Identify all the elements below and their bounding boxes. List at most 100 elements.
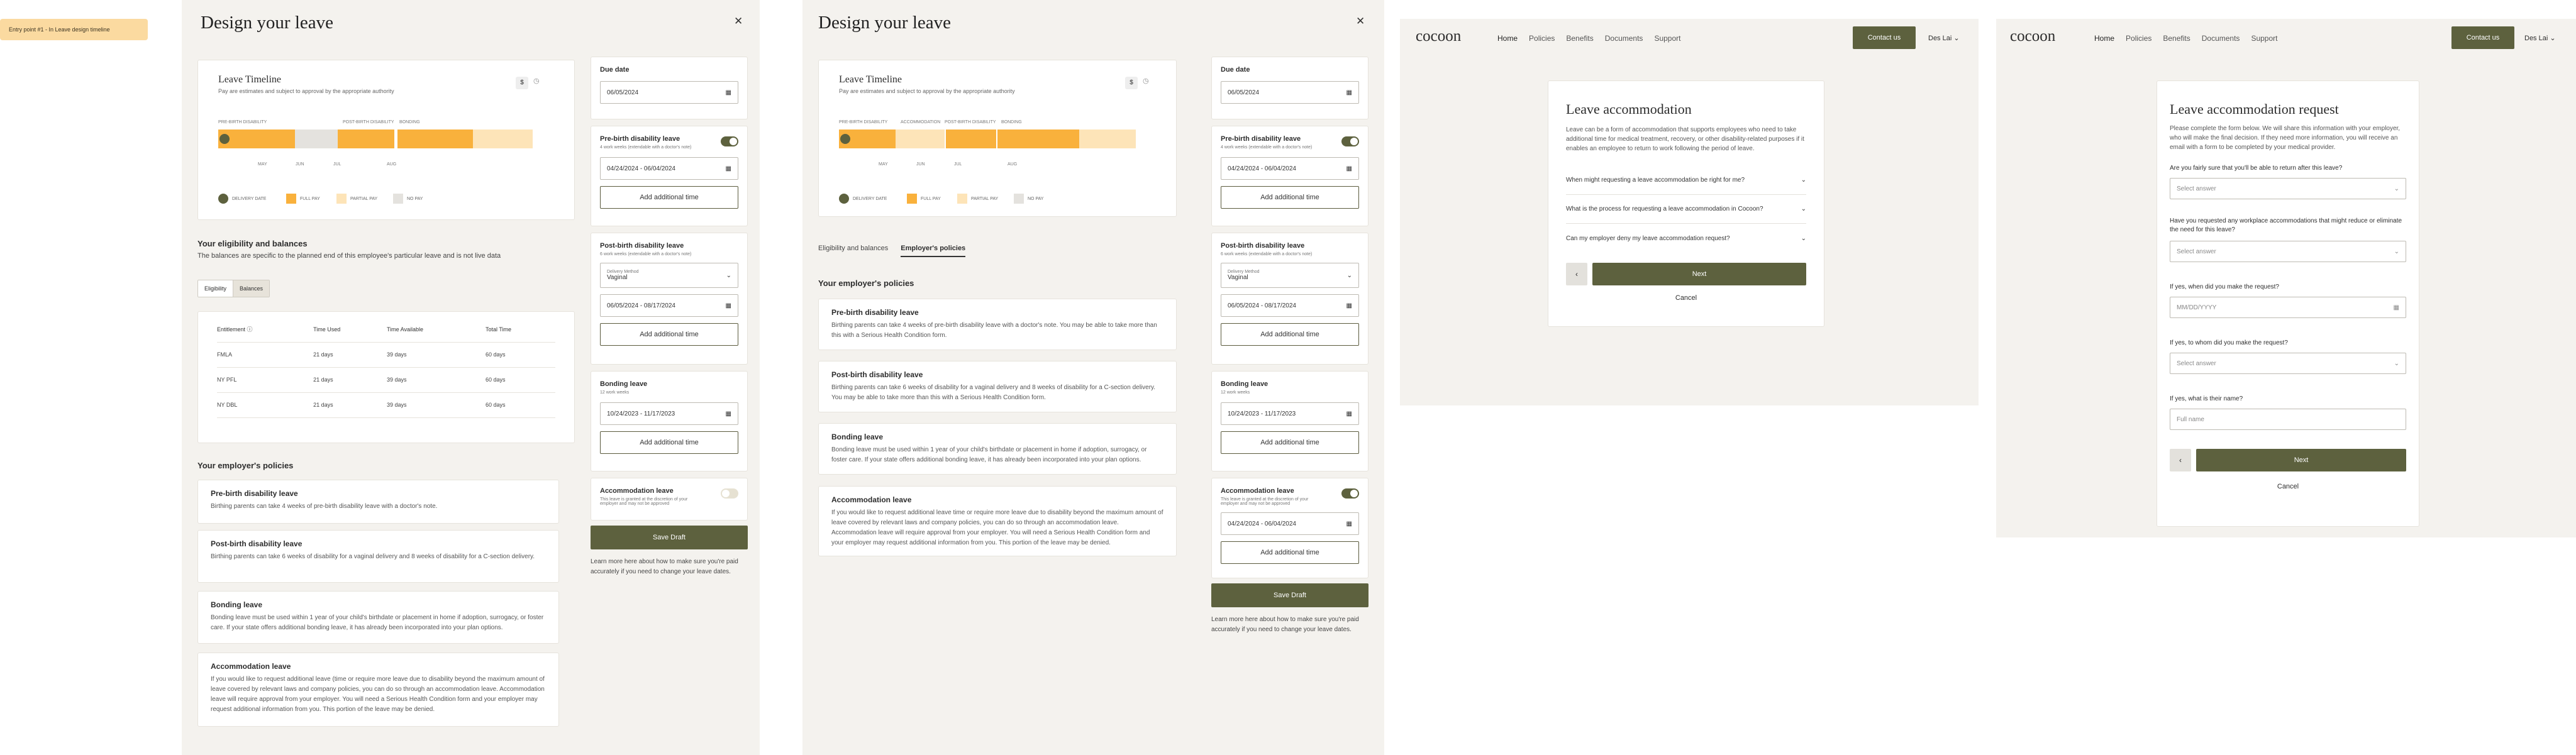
accommodation-range-input[interactable]: 04/24/2024 - 06/04/2024 ▦ (1221, 512, 1359, 535)
delivery-method-select[interactable]: Delivery Method Vaginal ⌄ (1221, 263, 1359, 288)
tab-eligibility-balances[interactable]: Eligibility and balances (818, 241, 888, 257)
question-5: If yes, what is their name? (2170, 395, 2243, 402)
faq-item[interactable]: Can my employer deny my leave accommodat… (1566, 224, 1806, 253)
save-draft-button[interactable]: Save Draft (591, 526, 748, 549)
nav-documents[interactable]: Documents (2202, 34, 2240, 43)
nav-support[interactable]: Support (1654, 34, 1680, 43)
table-row: FMLA 21 days 39 days 60 days (217, 342, 555, 368)
nav-documents[interactable]: Documents (1605, 34, 1643, 43)
chevron-down-icon: ⌄ (1346, 272, 1352, 279)
add-time-button[interactable]: Add additional time (1221, 186, 1359, 209)
close-icon[interactable]: ✕ (734, 15, 743, 28)
faq-item[interactable]: What is the process for requesting a lea… (1566, 195, 1806, 224)
nav-benefits[interactable]: Benefits (1566, 34, 1593, 43)
currency-button[interactable]: $ (1125, 77, 1138, 89)
bonding-range-input[interactable]: 10/24/2023 - 11/17/2023 ▦ (600, 402, 738, 425)
accommodation-toggle[interactable] (721, 488, 738, 499)
chevron-down-icon: ⌄ (2550, 35, 2556, 42)
back-button[interactable]: ‹ (1566, 263, 1587, 285)
tick-jun: JUN (916, 162, 925, 167)
side-column: Due date 06/05/2024 ▦ Pre-birth disabilit… (591, 57, 748, 577)
delivery-marker-icon (219, 134, 230, 144)
user-menu[interactable]: Des Lai ⌄ (2524, 34, 2556, 42)
logo[interactable]: cocoon (1416, 28, 1461, 45)
add-time-button[interactable]: Add additional time (1221, 541, 1359, 564)
tab-employer-policies[interactable]: Employer's policies (901, 241, 966, 257)
nav-home[interactable]: Home (1497, 34, 1518, 43)
timeline-subtitle: Pay are estimates and subject to approva… (218, 88, 394, 94)
legend-delivery: DELIVERY DATE (839, 194, 887, 204)
col-total-time: Total Time (485, 317, 555, 343)
tab-eligibility[interactable]: Eligibility (198, 280, 233, 297)
contact-us-button[interactable]: Contact us (1853, 26, 1916, 49)
bonding-range-input[interactable]: 10/24/2023 - 11/17/2023 ▦ (1221, 402, 1359, 425)
add-time-button[interactable]: Add additional time (600, 431, 738, 454)
q1-select[interactable]: Select answer ⌄ (2170, 178, 2406, 199)
currency-button[interactable]: $ (516, 77, 528, 89)
pre-birth-toggle[interactable] (1341, 136, 1359, 146)
nav-policies[interactable]: Policies (1529, 34, 1555, 43)
accommodation-toggle[interactable] (1341, 488, 1359, 499)
q3-date-input[interactable]: MM/DD/YYYY ▦ (2170, 297, 2406, 318)
next-button[interactable]: Next (2196, 449, 2406, 471)
tab-balances[interactable]: Balances (233, 280, 270, 297)
timeline-subtitle: Pay are estimates and subject to approva… (839, 88, 1015, 94)
nav-support[interactable]: Support (2251, 34, 2277, 43)
tick-jul: JUL (333, 162, 341, 167)
request-card: Leave accommodation request Please compl… (2157, 80, 2419, 527)
add-time-button[interactable]: Add additional time (600, 186, 738, 209)
nav-home[interactable]: Home (2094, 34, 2114, 43)
pre-birth-toggle[interactable] (721, 136, 738, 146)
q2-select[interactable]: Select answer ⌄ (2170, 241, 2406, 262)
chevron-down-icon: ⌄ (2394, 360, 2399, 367)
legend-none: NO PAY (393, 194, 423, 204)
faq-item[interactable]: When might requesting a leave accommodat… (1566, 166, 1806, 195)
col-time-used: Time Used (313, 317, 387, 343)
calendar-icon: ▦ (1346, 520, 1352, 527)
chevron-down-icon: ⌄ (1801, 234, 1806, 242)
seg-label-accommodation: ACCOMMODATION (901, 120, 941, 124)
chevron-down-icon: ⌄ (2394, 185, 2399, 192)
add-time-button[interactable]: Add additional time (600, 323, 738, 346)
due-date-card: Due date 06/05/2024 ▦ (1211, 57, 1368, 119)
delivery-method-select[interactable]: Delivery Method Vaginal ⌄ (600, 263, 738, 288)
contact-us-button[interactable]: Contact us (2451, 26, 2514, 49)
seg-label-bonding: BONDING (1001, 120, 1022, 124)
clock-icon[interactable]: ◷ (1143, 77, 1149, 85)
name-input[interactable]: Full name (2170, 409, 2406, 430)
request-intro: Please complete the form below. We will … (2170, 125, 2401, 151)
legend-none: NO PAY (1014, 194, 1043, 204)
nav-benefits[interactable]: Benefits (2163, 34, 2190, 43)
timeline-bar (218, 130, 533, 148)
q4-select[interactable]: Select answer ⌄ (2170, 353, 2406, 374)
user-menu[interactable]: Des Lai ⌄ (1928, 34, 1960, 42)
pre-birth-range-input[interactable]: 04/24/2024 - 06/04/2024 ▦ (1221, 157, 1359, 180)
add-time-button[interactable]: Add additional time (1221, 323, 1359, 346)
clock-icon[interactable]: ◷ (533, 77, 540, 85)
close-icon[interactable]: ✕ (1356, 15, 1365, 28)
eligibility-subtitle: The balances are specific to the planned… (197, 252, 501, 260)
cancel-link[interactable]: Cancel (2170, 483, 2406, 490)
due-date-input[interactable]: 06/05/2024 ▦ (1221, 81, 1359, 104)
cancel-link[interactable]: Cancel (1566, 294, 1806, 302)
question-3: If yes, when did you make the request? (2170, 284, 2279, 290)
back-button[interactable]: ‹ (2170, 449, 2191, 471)
add-time-button[interactable]: Add additional time (1221, 431, 1359, 454)
due-date-input[interactable]: 06/05/2024 ▦ (600, 81, 738, 104)
timeline-bar (839, 130, 1153, 148)
info-icon[interactable]: ⓘ (247, 326, 253, 333)
pre-birth-range-input[interactable]: 04/24/2024 - 06/04/2024 ▦ (600, 157, 738, 180)
policies-title: Your employer's policies (197, 461, 294, 470)
calendar-icon: ▦ (725, 89, 731, 96)
post-birth-range-input[interactable]: 06/05/2024 - 08/17/2024 ▦ (1221, 294, 1359, 317)
question-4: If yes, to whom did you make the request… (2170, 339, 2288, 346)
cocoon-request-page: cocoon Home Policies Benefits Documents … (1996, 19, 2576, 537)
policy-card: Post-birth disability leave Birthing pare… (197, 530, 559, 583)
post-birth-range-input[interactable]: 06/05/2024 - 08/17/2024 ▦ (600, 294, 738, 317)
chevron-down-icon: ⌄ (1953, 35, 1960, 42)
request-title: Leave accommodation request (2170, 101, 2339, 117)
save-draft-button[interactable]: Save Draft (1211, 583, 1368, 607)
logo[interactable]: cocoon (2010, 28, 2055, 45)
next-button[interactable]: Next (1592, 263, 1806, 285)
nav-policies[interactable]: Policies (2126, 34, 2151, 43)
